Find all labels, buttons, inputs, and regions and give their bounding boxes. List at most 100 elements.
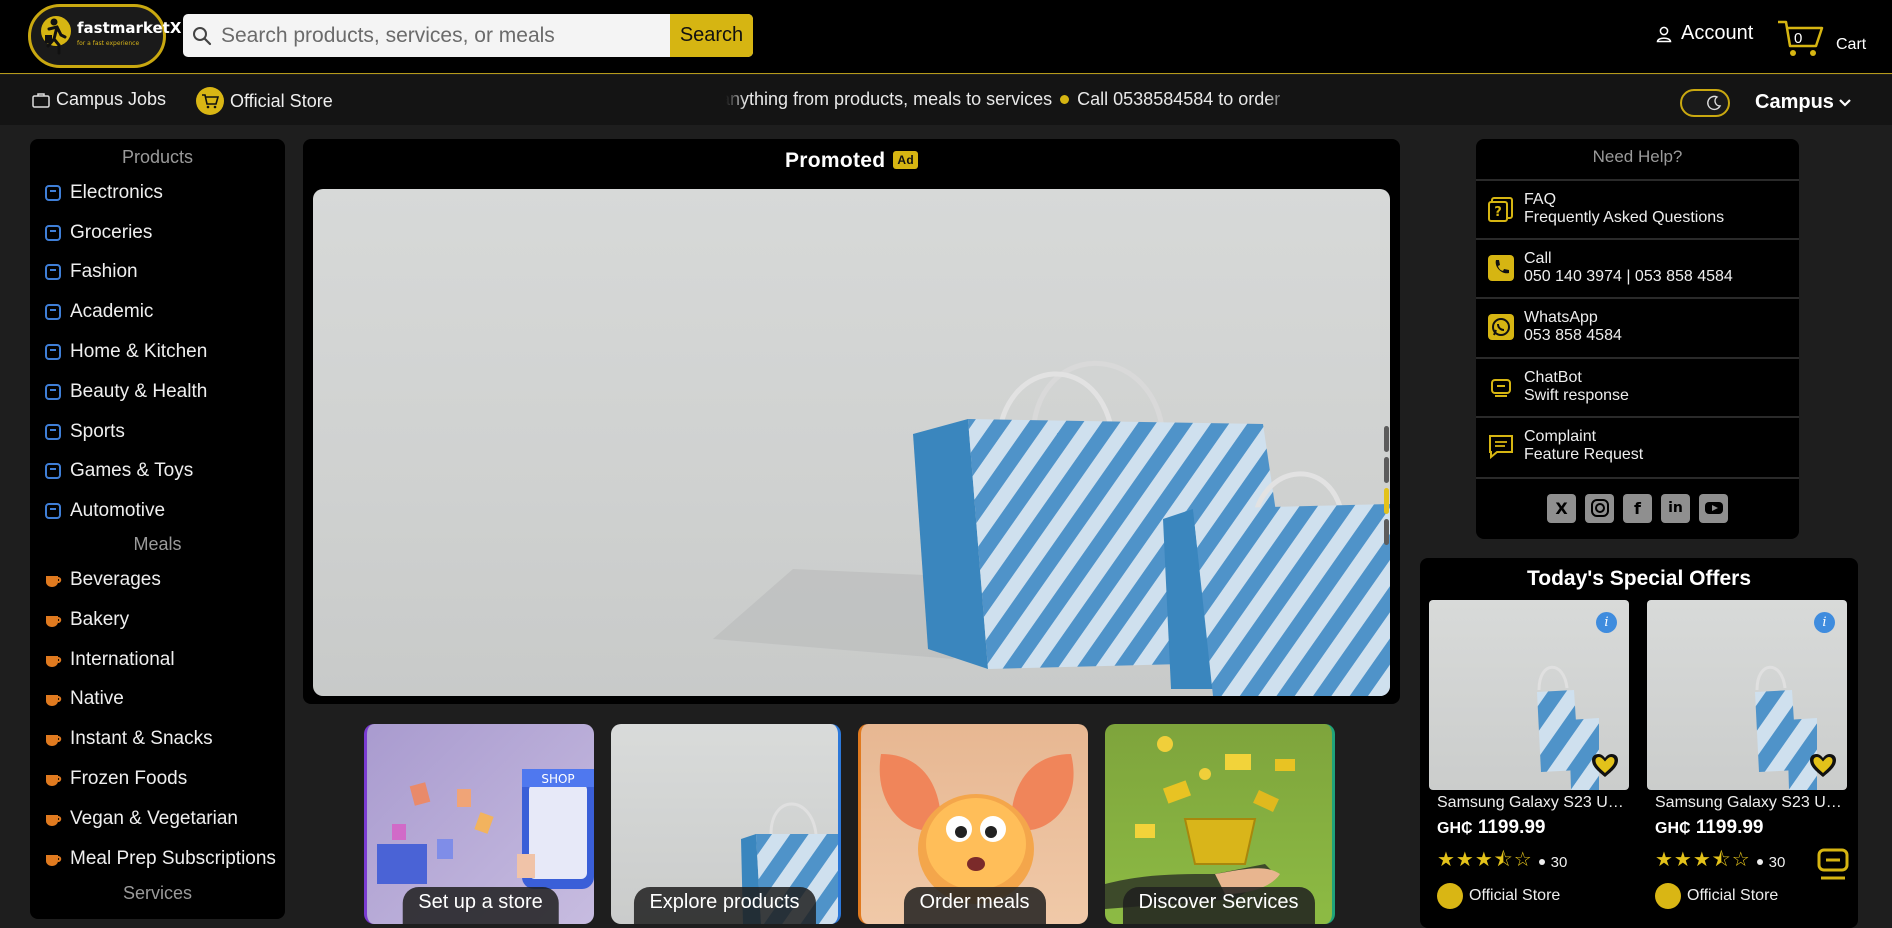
sidebar-item-label: Academic <box>70 301 154 323</box>
games-icon <box>42 460 64 482</box>
products-section-title: Products <box>121 147 194 167</box>
help-title: Need Help? <box>1592 147 1683 166</box>
star-rating-icon: ★★★⯪☆ <box>1437 849 1533 871</box>
sidebar-item-groceries[interactable]: Groceries <box>30 213 285 253</box>
help-chatbot-subtitle: Swift response <box>1524 387 1629 404</box>
info-icon[interactable]: i <box>1596 612 1617 633</box>
sidebar-item-label: Groceries <box>70 221 153 243</box>
help-call-title: Call <box>1524 250 1552 267</box>
info-icon[interactable]: i <box>1814 612 1835 633</box>
floating-chatbot-icon[interactable] <box>1816 844 1850 889</box>
facebook-icon[interactable]: f <box>1623 493 1652 523</box>
sidebar-item-label: Automotive <box>70 500 166 522</box>
sidebar-item-frozen-foods[interactable]: Frozen Foods <box>30 759 285 799</box>
store-cart-icon <box>196 87 224 115</box>
discover-services-tile[interactable]: Discover Services <box>1105 724 1335 924</box>
help-chatbot[interactable]: ChatBot Swift response <box>1476 357 1799 415</box>
help-faq[interactable]: ? FAQ Frequently Asked Questions <box>1476 179 1799 237</box>
sidebar-item-home-kitchen[interactable]: Home & Kitchen <box>30 332 285 372</box>
promoted-carousel: Promoted Ad <box>303 139 1400 704</box>
sidebar-item-meal-prep-subscriptions[interactable]: Meal Prep Subscriptions <box>30 839 285 879</box>
linkedin-icon[interactable]: in <box>1661 493 1690 523</box>
sidebar-item-sports[interactable]: Sports <box>30 412 285 452</box>
heart-icon[interactable] <box>1809 753 1837 784</box>
ice-cream-icon <box>42 768 64 790</box>
user-icon <box>1656 26 1672 42</box>
cart-button[interactable]: 0 Cart <box>1776 18 1866 58</box>
svg-text:SHOP: SHOP <box>541 772 574 786</box>
pizza-icon <box>42 649 64 671</box>
offer-review-count: 30 <box>1550 853 1568 871</box>
marquee-separator <box>1060 94 1070 104</box>
sidebar-item-fashion[interactable]: Fashion <box>30 253 285 293</box>
campus-jobs-link[interactable]: Campus Jobs <box>32 89 166 110</box>
official-store-link[interactable]: Official Store <box>196 87 333 115</box>
meals-list: Beverages Bakery International Native Instan… <box>30 560 285 878</box>
heart-icon[interactable] <box>1591 753 1619 784</box>
carousel-dot[interactable] <box>1384 519 1389 545</box>
sidebar-item-native[interactable]: Native <box>30 680 285 720</box>
sidebar-item-automotive[interactable]: Automotive <box>30 491 285 531</box>
sidebar-item-label: Fashion <box>70 261 138 283</box>
sidebar-item-electronics[interactable]: Electronics <box>30 173 285 213</box>
sidebar-item-games-toys[interactable]: Games & Toys <box>30 452 285 492</box>
sidebar-item-label: Beauty & Health <box>70 380 208 402</box>
sidebar-item-bakery[interactable]: Bakery <box>30 600 285 640</box>
electronics-icon <box>42 182 64 204</box>
carousel-dot-active[interactable] <box>1384 488 1389 514</box>
store-badge-icon <box>1437 883 1463 909</box>
help-complaint[interactable]: Complaint Feature Request <box>1476 416 1799 474</box>
announcement-marquee: anything from products, meals to service… <box>726 89 1291 110</box>
location-label: Campus <box>1755 91 1834 113</box>
help-faq-subtitle: Frequently Asked Questions <box>1524 209 1725 226</box>
chatbot-icon <box>1488 374 1514 400</box>
setup-store-label: Set up a store <box>402 887 559 924</box>
sub-navigation-bar: Campus Jobs Official Store anything from… <box>0 75 1892 125</box>
promoted-banner-image[interactable] <box>313 189 1390 696</box>
faq-icon: ? <box>1488 196 1514 222</box>
search-input[interactable] <box>221 14 670 57</box>
store-badge-icon <box>1655 883 1681 909</box>
location-dropdown[interactable]: Campus <box>1755 91 1852 114</box>
help-faq-title: FAQ <box>1524 191 1557 208</box>
logo-text: fastmarketX <box>77 19 182 37</box>
instagram-icon[interactable] <box>1585 493 1614 523</box>
search-button[interactable]: Search <box>670 14 753 57</box>
order-meals-tile[interactable]: Order meals <box>858 724 1088 924</box>
snacks-icon <box>42 728 64 750</box>
help-call[interactable]: Call 050 140 3974 | 053 858 4584 <box>1476 238 1799 296</box>
youtube-icon[interactable] <box>1699 493 1728 523</box>
carousel-dot[interactable] <box>1384 426 1389 452</box>
sidebar-item-vegan-vegetarian[interactable]: Vegan & Vegetarian <box>30 799 285 839</box>
offer-price: 1199.99 <box>1477 817 1546 838</box>
offer-image[interactable]: i <box>1647 600 1847 790</box>
services-section-title: Services <box>122 882 193 903</box>
box-icon <box>42 848 64 870</box>
setup-store-tile[interactable]: SHOP Set up a store <box>364 724 594 924</box>
sidebar-item-label: Bakery <box>70 608 130 630</box>
help-whatsapp[interactable]: WhatsApp 053 858 4584 <box>1476 297 1799 355</box>
dumbbell-icon <box>42 421 64 443</box>
offer-card[interactable]: i Samsung Galaxy S23 Ultra GH₵ 1199.99 ★… <box>1429 600 1629 909</box>
logo[interactable]: fastmarketX for a fast experience <box>28 4 181 68</box>
marquee-text-1: anything from products, meals to service… <box>726 89 1053 109</box>
shirt-icon <box>42 261 64 283</box>
cart-count: 0 <box>1794 30 1803 47</box>
offer-store[interactable]: Official Store <box>1429 883 1629 909</box>
x-icon[interactable]: X <box>1547 493 1576 523</box>
sidebar-item-academic[interactable]: Academic <box>30 292 285 332</box>
carousel-dot[interactable] <box>1384 457 1389 483</box>
beauty-icon <box>42 381 64 403</box>
groceries-icon <box>42 222 64 244</box>
theme-toggle[interactable] <box>1680 89 1730 117</box>
offer-image[interactable]: i <box>1429 600 1629 790</box>
top-header: fastmarketX for a fast experience Search… <box>0 0 1892 74</box>
sidebar-item-international[interactable]: International <box>30 640 285 680</box>
offer-rating: ★★★⯪☆ 30 <box>1429 845 1629 879</box>
account-link[interactable]: Account <box>1655 22 1753 45</box>
explore-products-tile[interactable]: Explore products <box>611 724 841 924</box>
sidebar-item-beverages[interactable]: Beverages <box>30 560 285 600</box>
sidebar-item-label: Home & Kitchen <box>70 341 208 363</box>
sidebar-item-beauty-health[interactable]: Beauty & Health <box>30 372 285 412</box>
sidebar-item-instant-snacks[interactable]: Instant & Snacks <box>30 719 285 759</box>
